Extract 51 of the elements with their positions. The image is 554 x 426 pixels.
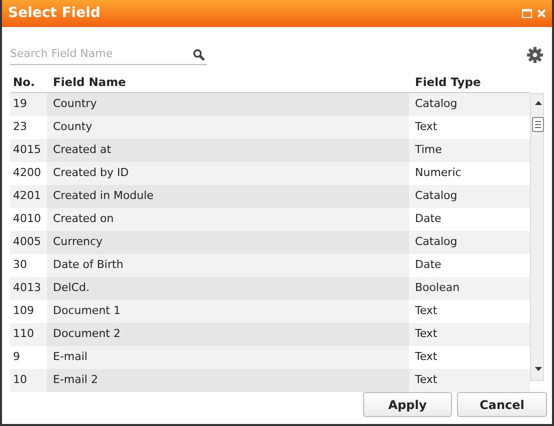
table-cell: Created on: [47, 208, 409, 231]
table-cell: DelCd.: [47, 277, 409, 300]
table-cell-text: Catalog: [414, 188, 458, 204]
maximize-icon[interactable]: [522, 9, 532, 18]
table-cell: E-mail: [47, 346, 409, 369]
window-title: Select Field: [8, 4, 102, 23]
search-field[interactable]: Search Field Name: [10, 46, 193, 63]
scrollbar[interactable]: [530, 93, 544, 381]
table-cell-text: Text: [414, 326, 438, 342]
table-cell-text: 4201: [12, 188, 42, 204]
table-cell: Document 2: [47, 323, 409, 346]
table-cell-text: 4015: [12, 142, 42, 158]
table-cell-text: Text: [414, 372, 438, 388]
table-cell-text: 9: [12, 349, 21, 366]
table-cell-text: 19: [12, 96, 28, 112]
table-cell-text: Text: [414, 303, 438, 320]
scroll-up-icon[interactable]: [535, 101, 542, 105]
table-cell-text: Date: [414, 211, 442, 228]
table-cell-text: Date: [414, 257, 442, 274]
table-cell: Currency: [47, 231, 409, 254]
table-cell-text: 109: [12, 303, 35, 320]
table-cell-text: Time: [414, 142, 443, 158]
table-cell-text: Text: [414, 119, 438, 136]
table-cell: E-mail 2: [47, 369, 409, 392]
table-cell-text: 30: [12, 257, 28, 274]
table-cell: Created in Module: [47, 185, 409, 208]
table-cell: Date of Birth: [47, 254, 409, 277]
table-cell: County: [47, 116, 409, 139]
scroll-down-icon[interactable]: [535, 367, 542, 371]
apply-button[interactable]: Apply: [363, 392, 452, 417]
table-cell-text: 10: [12, 372, 28, 388]
table-cell-text: 4005: [12, 234, 42, 250]
cancel-button[interactable]: Cancel: [457, 392, 547, 417]
table-cell-text: 4200: [12, 165, 42, 182]
table-cell-text: Numeric: [414, 165, 462, 182]
table-cell: Created by ID: [47, 162, 409, 185]
table-cell-text: 4010: [12, 211, 42, 228]
table-cell: Country: [47, 93, 409, 116]
table-cell-text: 4013: [12, 280, 42, 296]
table-cell: Document 1: [47, 300, 409, 323]
table-cell-text: 23: [12, 119, 28, 136]
table-cell-text: Catalog: [414, 234, 458, 250]
table-cell: Created at: [47, 139, 409, 162]
table-cell-text: Text: [414, 349, 438, 366]
table-cell-text: Boolean: [414, 280, 461, 296]
settings-icon[interactable]: [527, 47, 543, 63]
table-cell-text: Catalog: [414, 96, 458, 112]
scroll-thumb[interactable]: [532, 117, 544, 132]
table-cell-text: 110: [12, 326, 35, 342]
search-icon[interactable]: [193, 48, 205, 60]
close-icon[interactable]: [537, 9, 546, 18]
